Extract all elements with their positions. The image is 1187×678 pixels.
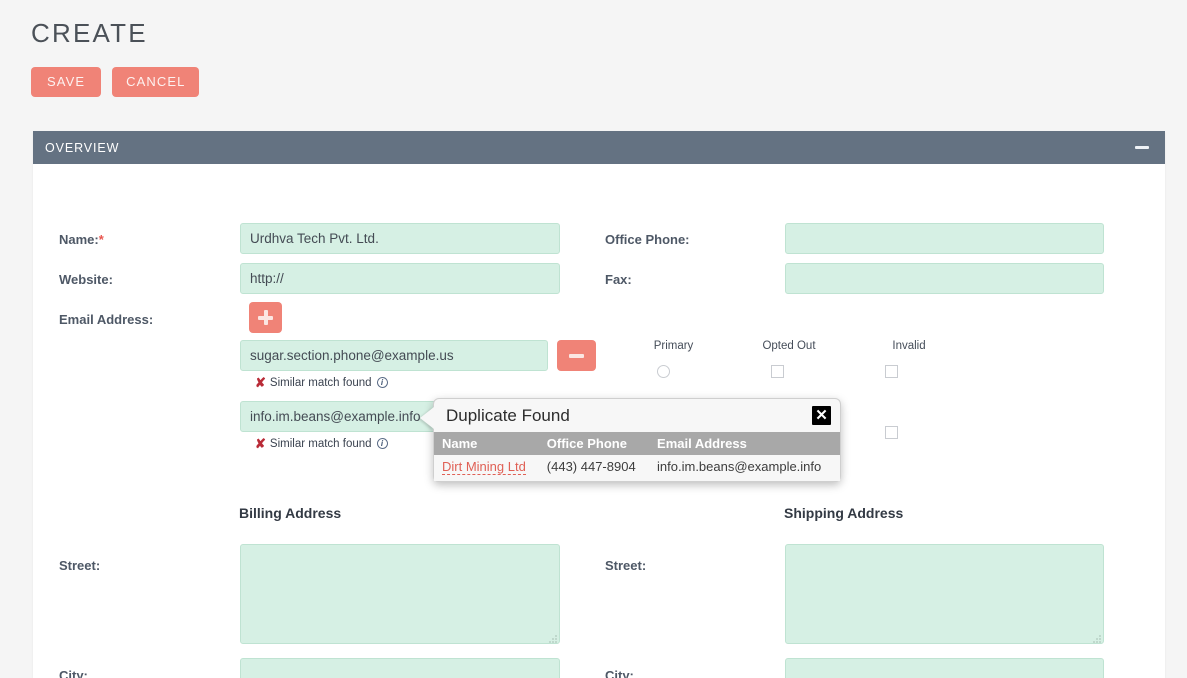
fax-label: Fax: — [605, 272, 632, 287]
name-label: Name:* — [59, 232, 104, 247]
billing-city-input[interactable] — [240, 658, 560, 678]
x-icon: ✘ — [255, 436, 266, 451]
page-title: CREATE — [31, 18, 148, 48]
duplicate-table-body: Dirt Mining Ltd (443) 447-8904 info.im.b… — [434, 455, 840, 481]
billing-street-textarea[interactable] — [240, 544, 560, 644]
close-icon[interactable]: ✕ — [812, 406, 831, 425]
office-phone-input[interactable] — [785, 223, 1104, 254]
duplicate-row-email-cell: info.im.beans@example.info — [649, 455, 840, 481]
popup-pointer-arrow — [420, 407, 434, 429]
email-invalid-checkbox-2[interactable] — [885, 426, 898, 439]
email-warning-1: ✘ Similar match found i — [255, 376, 388, 389]
billing-address-title: Billing Address — [239, 505, 342, 521]
panel-title: OVERVIEW — [45, 140, 120, 155]
duplicate-row-name-cell: Dirt Mining Ltd — [434, 455, 539, 481]
shipping-address-title: Shipping Address — [784, 505, 904, 521]
shipping-street-textarea[interactable] — [785, 544, 1104, 644]
duplicate-col-email: Email Address — [649, 432, 840, 455]
billing-city-label: City: — [59, 668, 88, 678]
email-address-label: Email Address: — [59, 312, 154, 327]
minus-icon[interactable] — [1133, 139, 1151, 157]
action-bar: SAVE CANCEL — [31, 67, 200, 97]
website-input[interactable] — [240, 263, 560, 294]
email-warning-1-text: Similar match found — [269, 376, 372, 389]
remove-email-button-1[interactable] — [557, 340, 596, 371]
duplicate-table-header-row: Name Office Phone Email Address — [434, 432, 840, 455]
shipping-city-label: City: — [605, 668, 634, 678]
email-input-1[interactable] — [240, 340, 548, 371]
info-icon[interactable]: i — [376, 377, 388, 388]
duplicate-popup-title: Duplicate Found — [446, 406, 570, 425]
minus-icon-bar — [1135, 146, 1149, 149]
name-input[interactable] — [240, 223, 560, 254]
duplicate-row-phone-cell: (443) 447-8904 — [538, 455, 650, 481]
info-icon[interactable]: i — [376, 438, 388, 449]
email-column-opted-out: Opted Out — [762, 340, 816, 352]
name-label-text: Name: — [59, 232, 99, 247]
overview-panel-header: OVERVIEW — [33, 131, 1165, 164]
shipping-city-input[interactable] — [785, 658, 1104, 678]
add-email-button[interactable] — [249, 302, 282, 333]
shipping-street-label: Street: — [605, 558, 647, 573]
duplicate-record-link[interactable]: Dirt Mining Ltd — [442, 459, 526, 475]
email-warning-2: ✘ Similar match found i — [255, 437, 388, 450]
duplicate-col-name: Name — [434, 432, 539, 455]
email-invalid-checkbox-1[interactable] — [885, 365, 898, 378]
email-column-invalid: Invalid — [892, 340, 926, 352]
minus-icon-horizontal — [569, 353, 584, 358]
email-opted-out-checkbox-1[interactable] — [771, 365, 784, 378]
app-root: CREATE SAVE CANCEL OVERVIEW Name:* Websi… — [0, 0, 1187, 678]
email-column-primary: Primary — [653, 340, 694, 352]
plus-icon-vertical — [263, 310, 268, 325]
email-warning-2-text: Similar match found — [269, 437, 372, 450]
fax-input[interactable] — [785, 263, 1104, 294]
table-row: Dirt Mining Ltd (443) 447-8904 info.im.b… — [434, 455, 840, 481]
billing-street-label: Street: — [59, 558, 101, 573]
duplicate-col-office-phone: Office Phone — [538, 432, 650, 455]
duplicate-table-head: Name Office Phone Email Address — [434, 432, 840, 455]
x-icon: ✘ — [255, 375, 266, 390]
save-button[interactable]: SAVE — [31, 67, 102, 97]
cancel-button[interactable]: CANCEL — [112, 67, 200, 97]
duplicate-results-table: Name Office Phone Email Address Dirt Min… — [434, 432, 840, 481]
duplicate-found-popup: Duplicate Found ✕ Name Office Phone Emai… — [420, 398, 841, 482]
office-phone-label: Office Phone: — [605, 232, 690, 247]
website-label: Website: — [59, 272, 113, 287]
email-primary-radio-1[interactable] — [657, 365, 670, 378]
required-marker: * — [98, 232, 104, 247]
